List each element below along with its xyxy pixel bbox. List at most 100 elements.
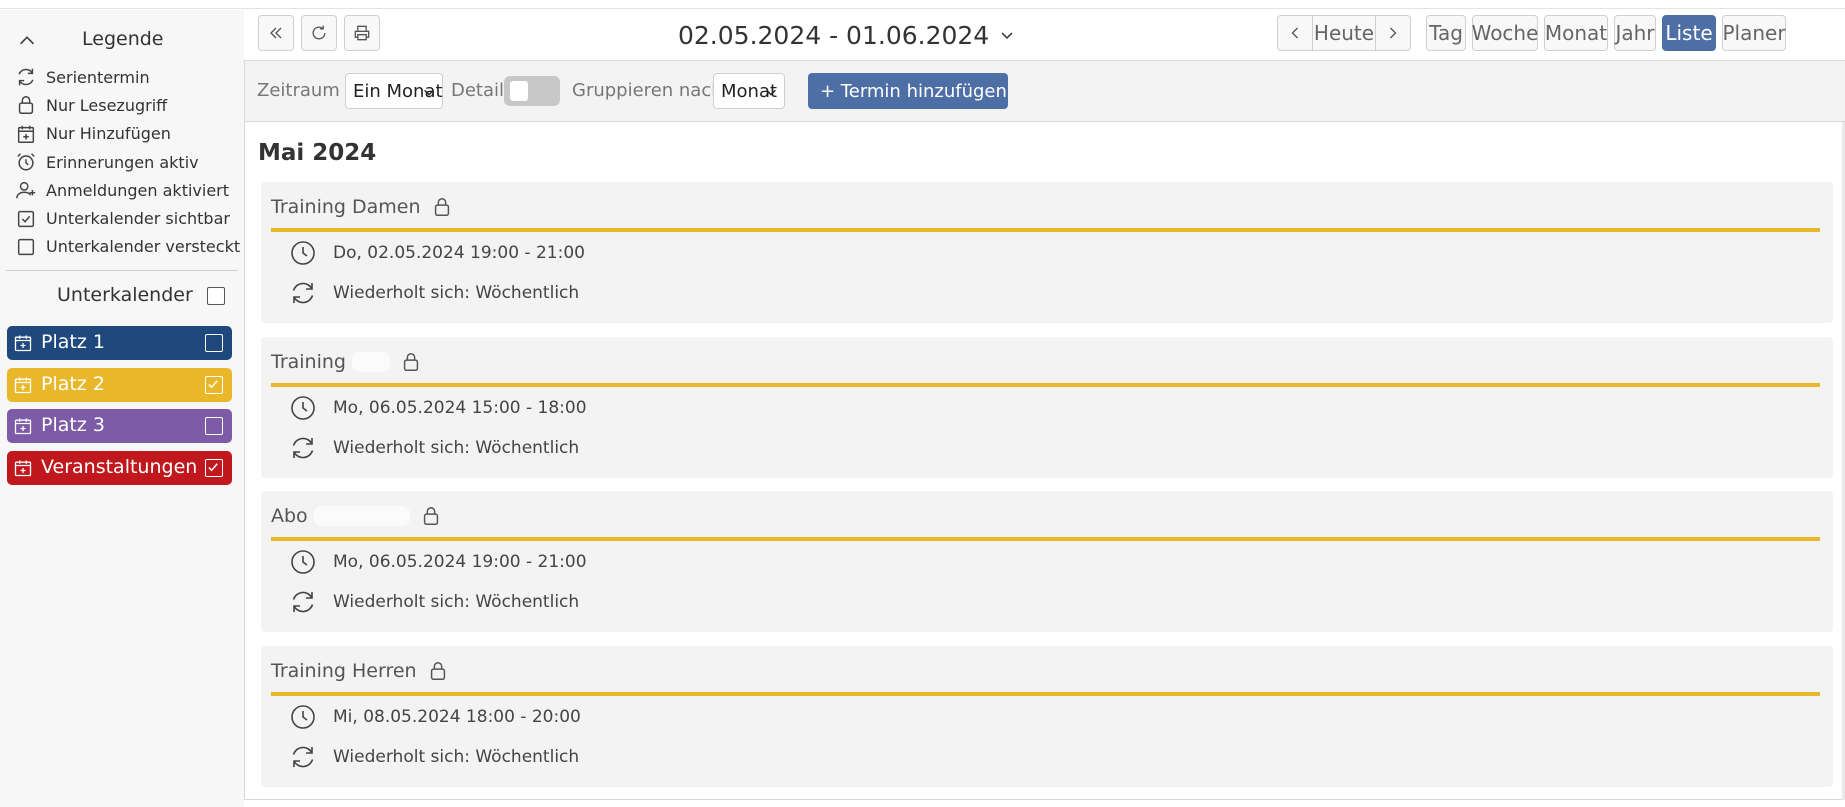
checkbox-empty-icon (17, 238, 35, 255)
view-planer-button[interactable]: Planer (1722, 15, 1786, 51)
chevron-down-icon (1001, 32, 1013, 40)
checkbox-checked-icon (17, 210, 35, 227)
lock-icon (430, 662, 445, 681)
sidebar-divider (6, 270, 238, 271)
chevron-right-icon (1390, 27, 1397, 39)
toggle-knob (510, 81, 528, 101)
repeat-icon (292, 437, 314, 458)
period-select[interactable]: Ein Monat (345, 73, 443, 109)
calendar-plus-icon (14, 335, 32, 352)
details-toggle[interactable] (504, 76, 560, 106)
repeat-icon (18, 68, 34, 86)
legend-header[interactable]: Legende (0, 22, 244, 58)
date-range-selector[interactable]: 02.05.2024 - 01.06.2024 (678, 18, 1015, 52)
subcalendar-header: Unterkalender (0, 282, 244, 312)
repeat-icon (292, 746, 314, 768)
checkmark-icon (208, 379, 218, 388)
clock-icon (291, 241, 315, 265)
legend-item-anmeldungen: Anmeldungen aktiviert (0, 176, 244, 204)
double-chevron-left-icon (270, 27, 282, 39)
calendar-plus-icon (14, 460, 32, 476)
view-jahr-button[interactable]: Jahr (1614, 15, 1656, 51)
chevron-left-icon (1291, 27, 1298, 39)
top-border (0, 8, 1845, 9)
next-button[interactable] (1375, 15, 1411, 51)
clock-icon (291, 705, 315, 729)
calendar-plus-icon (14, 377, 32, 393)
view-liste-button[interactable]: Liste (1662, 15, 1716, 51)
date-range-text: 02.05.2024 - 01.06.2024 (678, 20, 990, 50)
group-by-select[interactable]: Monat (713, 73, 785, 109)
collapse-sidebar-button[interactable] (258, 15, 294, 51)
legend-list: Serientermin Nur Lesezugriff Nur Hinzufü… (0, 63, 244, 261)
calendar-plus-icon (14, 418, 32, 435)
refresh-button[interactable] (301, 15, 337, 51)
event-card[interactable]: Training Mo, 06.05.2024 15:00 - 18:00 Wi… (261, 336, 1833, 478)
lock-icon (423, 507, 438, 526)
legend-item-nur-lesezugriff: Nur Lesezugriff (0, 91, 244, 119)
chevron-down-icon (424, 89, 434, 96)
view-tag-button[interactable]: Tag (1426, 15, 1466, 51)
legend-item-sichtbar: Unterkalender sichtbar (0, 204, 244, 232)
event-card[interactable]: Abo Mo, 06.05.2024 19:00 - 21:00 Wiederh… (261, 491, 1833, 633)
printer-icon (354, 25, 370, 41)
group-by-label: Gruppieren nach (572, 80, 723, 101)
event-title: Training (271, 351, 422, 373)
event-time-row: Mo, 06.05.2024 19:00 - 21:00 (289, 548, 587, 576)
redacted-text (351, 351, 390, 372)
legend-item-erinnerungen: Erinnerungen aktiv (0, 148, 244, 176)
calendar-label: Platz 2 (41, 372, 105, 395)
lock-icon (18, 96, 34, 115)
calendar-checkbox[interactable] (205, 334, 223, 352)
event-repeat-row: Wiederholt sich: Wöchentlich (289, 279, 579, 307)
view-woche-button[interactable]: Woche (1472, 15, 1538, 51)
event-color-bar (271, 228, 1820, 232)
event-time-row: Mi, 08.05.2024 18:00 - 20:00 (289, 703, 581, 731)
calendar-checkbox-checked[interactable] (205, 375, 223, 394)
event-repeat-row: Wiederholt sich: Wöchentlich (289, 434, 579, 462)
legend-title: Legende (82, 28, 164, 50)
calendar-plus-icon (17, 125, 35, 143)
chevron-up-icon[interactable] (16, 30, 38, 52)
event-repeat-row: Wiederholt sich: Wöchentlich (289, 588, 579, 616)
event-time-row: Do, 02.05.2024 19:00 - 21:00 (289, 239, 585, 267)
redacted-text (313, 506, 410, 527)
lock-icon (434, 198, 449, 216)
legend-item-versteckt: Unterkalender versteckt (0, 233, 244, 261)
header: 02.05.2024 - 01.06.2024 Heute Tag Woche … (244, 10, 1845, 60)
calendar-label: Platz 1 (41, 331, 105, 353)
repeat-icon (292, 282, 314, 304)
print-button[interactable] (344, 15, 380, 51)
event-list: Mai 2024 Training Damen Do, 02.05.2024 1… (244, 122, 1845, 800)
clock-icon (291, 395, 315, 420)
event-card[interactable]: Training Herren Mi, 08.05.2024 18:00 - 2… (261, 646, 1833, 788)
calendar-checkbox-checked[interactable] (205, 458, 223, 477)
subcalendar-all-checkbox[interactable] (207, 287, 225, 305)
calendar-item-veranstaltungen[interactable]: Veranstaltungen (7, 450, 232, 485)
legend-item-nur-hinzufuegen: Nur Hinzufügen (0, 120, 244, 148)
event-color-bar (271, 382, 1820, 387)
event-card[interactable]: Training Damen Do, 02.05.2024 19:00 - 21… (261, 182, 1833, 323)
alarm-clock-icon (17, 153, 35, 171)
view-monat-button[interactable]: Monat (1544, 15, 1608, 51)
calendar-item-platz-2[interactable]: Platz 2 (7, 367, 232, 402)
calendar-label: Platz 3 (41, 414, 105, 436)
sidebar: Legende Serientermin Nur Lesezugriff Nur… (0, 10, 244, 807)
today-button[interactable]: Heute (1312, 15, 1376, 51)
month-title: Mai 2024 (258, 140, 377, 166)
user-plus-icon (16, 182, 36, 199)
previous-button[interactable] (1277, 15, 1313, 51)
refresh-icon (312, 25, 326, 40)
subcalendar-title: Unterkalender (57, 284, 193, 306)
calendar-item-platz-1[interactable]: Platz 1 (7, 326, 232, 360)
calendar-checkbox[interactable] (205, 417, 223, 435)
event-color-bar (271, 692, 1820, 697)
event-color-bar (271, 537, 1820, 542)
checkmark-icon (208, 462, 218, 471)
period-label: Zeitraum (257, 80, 340, 101)
add-event-button[interactable]: + Termin hinzufügen (808, 73, 1008, 109)
event-repeat-row: Wiederholt sich: Wöchentlich (289, 743, 579, 771)
legend-item-serientermin: Serientermin (0, 63, 244, 91)
calendar-item-platz-3[interactable]: Platz 3 (7, 409, 232, 443)
event-title: Training Herren (271, 660, 449, 682)
